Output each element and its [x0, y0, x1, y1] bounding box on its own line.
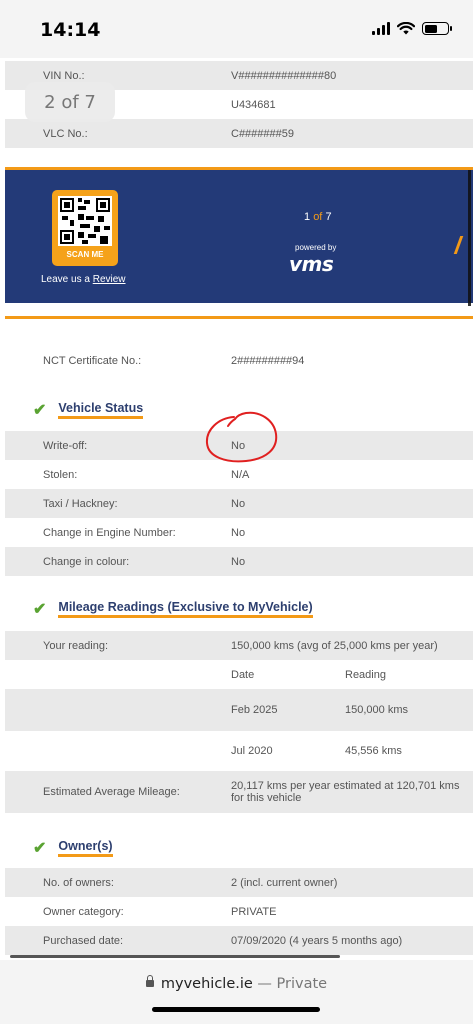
table-row: Estimated Average Mileage: 20,117 kms pe…: [5, 771, 473, 813]
vms-banner: SCAN ME Leave us a Review 1 of 7 powered…: [5, 167, 473, 306]
row-value: 20,117 kms per year estimated at 120,701…: [231, 780, 460, 804]
home-indicator[interactable]: [152, 1007, 320, 1012]
table-row: Taxi / Hackney: No: [5, 489, 473, 518]
review-prefix: Leave us a: [41, 274, 93, 285]
private-mode-label: — Private: [252, 976, 328, 992]
status-icons: [372, 22, 452, 35]
horizontal-scrollbar[interactable]: [10, 955, 340, 958]
row-label: Purchased date:: [43, 934, 124, 947]
mileage-table: Your reading: 150,000 kms (avg of 25,000…: [5, 631, 473, 813]
table-header-row: Date Reading: [5, 660, 473, 689]
table-row: Purchased date: 07/09/2020 (4 years 5 mo…: [5, 926, 473, 955]
browser-bottom-bar: myvehicle.ie — Private: [0, 960, 473, 1024]
check-icon: ✔: [33, 840, 47, 857]
section-title: Mileage Readings (Exclusive to MyVehicle…: [58, 600, 313, 618]
counter-current: 1: [304, 211, 311, 223]
page-indicator: 2 of 7: [25, 82, 115, 122]
row-label: No. of owners:: [43, 876, 114, 889]
row-value: N/A: [231, 468, 250, 481]
scan-me-label: SCAN ME: [66, 250, 104, 259]
banner-page-counter: 1 of 7: [304, 211, 332, 223]
table-row: Owner category: PRIVATE: [5, 897, 473, 926]
row-label: Your reading:: [43, 639, 109, 652]
table-row: Jul 2020 45,556 kms: [5, 731, 473, 771]
qr-code-icon: [58, 196, 112, 246]
owners-table: No. of owners: 2 (incl. current owner) O…: [5, 868, 473, 955]
row-value: V##############80: [231, 69, 337, 82]
address-bar[interactable]: myvehicle.ie — Private: [0, 974, 473, 992]
table-row: VLC No.: C#######59: [5, 119, 473, 148]
row-value: C#######59: [231, 127, 295, 140]
wifi-icon: [397, 22, 415, 35]
mileage-reading: 150,000 kms: [345, 704, 408, 716]
row-value: 2 (incl. current owner): [231, 876, 338, 889]
table-row: No. of owners: 2 (incl. current owner): [5, 868, 473, 897]
row-value: 150,000 kms (avg of 25,000 kms per year): [231, 639, 438, 652]
row-label: VLC No.:: [43, 127, 88, 140]
row-label: Estimated Average Mileage:: [43, 786, 180, 798]
vms-logo: vms: [289, 252, 334, 276]
check-icon: ✔: [33, 402, 47, 419]
review-prompt: Leave us a Review: [41, 274, 126, 285]
row-label: Change in colour:: [43, 555, 130, 568]
column-header-date: Date: [231, 668, 255, 681]
section-title: Owner(s): [58, 839, 113, 857]
row-value: No: [231, 526, 246, 539]
cellular-signal-icon: [372, 22, 390, 35]
banner-scrollbar[interactable]: [468, 170, 471, 306]
counter-total: 7: [325, 211, 332, 223]
vehicle-status-heading: ✔ Vehicle Status: [33, 400, 144, 420]
row-value: No: [231, 555, 246, 568]
column-header-reading: Reading: [345, 668, 386, 681]
scan-me-badge[interactable]: SCAN ME: [52, 190, 118, 266]
lock-icon: [145, 974, 154, 987]
row-value: 07/09/2020 (4 years 5 months ago): [231, 934, 403, 947]
nct-row-wrap: NCT Certificate No.: 2#########94: [5, 346, 473, 375]
row-label: Taxi / Hackney:: [43, 497, 118, 510]
table-row: Change in colour: No: [5, 547, 473, 576]
row-label: VIN No.:: [43, 69, 85, 82]
review-link[interactable]: Review: [93, 274, 126, 285]
owners-heading: ✔ Owner(s): [33, 838, 113, 858]
mileage-date: Feb 2025: [231, 704, 278, 716]
row-label: Write-off:: [43, 439, 88, 452]
url-domain: myvehicle.ie: [160, 976, 253, 992]
row-label: Owner category:: [43, 905, 124, 918]
battery-icon: [422, 22, 452, 35]
table-row: NCT Certificate No.: 2#########94: [5, 346, 473, 375]
mileage-reading: 45,556 kms: [345, 745, 402, 757]
row-value: 2#########94: [231, 354, 305, 367]
check-icon: ✔: [33, 601, 47, 618]
web-page: VIN No.: V##############80 U434681 VLC N…: [0, 58, 473, 958]
section-title: Vehicle Status: [58, 401, 144, 419]
status-bar: 14:14: [0, 0, 473, 58]
row-label: NCT Certificate No.:: [43, 354, 142, 367]
mileage-date: Jul 2020: [231, 745, 273, 757]
row-value: PRIVATE: [231, 905, 277, 918]
red-circle-annotation: [205, 411, 278, 463]
row-label: Change in Engine Number:: [43, 526, 176, 539]
clock: 14:14: [40, 19, 101, 41]
table-row: Change in Engine Number: No: [5, 518, 473, 547]
powered-by-label: powered by: [295, 243, 337, 252]
mileage-heading: ✔ Mileage Readings (Exclusive to MyVehic…: [33, 599, 313, 619]
row-value: No: [231, 497, 246, 510]
counter-of: of: [313, 211, 323, 223]
row-value: U434681: [231, 98, 276, 111]
table-row: Feb 2025 150,000 kms: [5, 689, 473, 731]
row-label: Stolen:: [43, 468, 78, 481]
table-row: Your reading: 150,000 kms (avg of 25,000…: [5, 631, 473, 660]
